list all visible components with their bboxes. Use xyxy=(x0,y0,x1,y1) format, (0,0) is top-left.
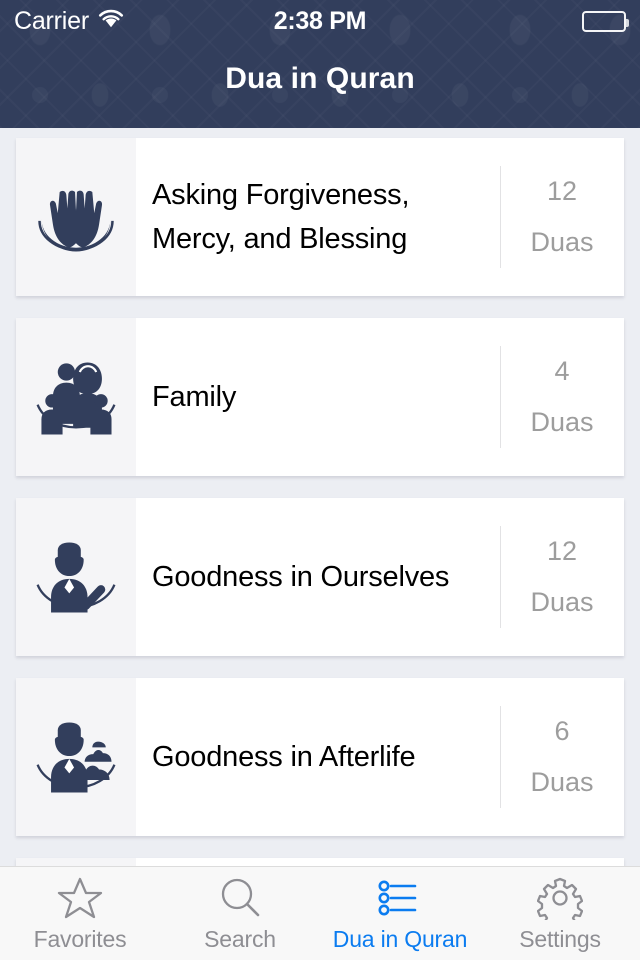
man-with-clouds-icon xyxy=(28,709,124,805)
count-label: Duas xyxy=(530,767,594,797)
praying-hands-icon xyxy=(28,169,124,265)
count-number: 4 xyxy=(554,356,570,386)
category-title-wrap: Family xyxy=(136,318,500,476)
category-icon-panel xyxy=(16,858,136,866)
category-count: 12 Duas xyxy=(500,138,624,296)
category-title: Family xyxy=(152,380,237,413)
list-item[interactable]: Family 4 Duas xyxy=(16,318,624,476)
search-icon xyxy=(217,875,263,921)
family-icon xyxy=(28,349,124,445)
count-number: 12 xyxy=(546,176,578,206)
category-count: 4 Duas xyxy=(500,318,624,476)
tab-label: Favorites xyxy=(33,925,127,952)
list-item[interactable]: Asking Forgiveness, Mercy, and Blessing … xyxy=(16,138,624,296)
category-title-wrap: Goodness in Afterlife xyxy=(136,678,500,836)
list-item[interactable] xyxy=(16,858,624,866)
category-icon-panel xyxy=(16,318,136,476)
tab-settings[interactable]: Settings xyxy=(480,867,640,960)
count-label: Duas xyxy=(530,227,594,257)
tab-bar[interactable]: Favorites Search Dua in Quran Settings xyxy=(0,866,640,960)
category-icon-panel xyxy=(16,498,136,656)
category-title-wrap: Goodness in Ourselves xyxy=(136,498,500,656)
tab-label: Settings xyxy=(519,925,601,952)
category-count xyxy=(500,858,624,866)
status-bar-right xyxy=(582,10,629,32)
status-bar-left: Carrier xyxy=(14,7,124,36)
category-title: Goodness in Ourselves xyxy=(152,560,450,593)
tab-label: Search xyxy=(204,925,276,952)
count-number: 12 xyxy=(546,536,578,566)
count-label: Duas xyxy=(530,587,594,617)
tab-dua-in-quran[interactable]: Dua in Quran xyxy=(320,867,480,960)
tab-label: Dua in Quran xyxy=(332,925,468,952)
page-title: Dua in Quran xyxy=(225,62,415,95)
star-icon xyxy=(57,875,103,921)
category-icon-panel xyxy=(16,678,136,836)
category-list[interactable]: Asking Forgiveness, Mercy, and Blessing … xyxy=(0,128,640,866)
count-number: 6 xyxy=(554,716,570,746)
carrier-label: Carrier xyxy=(14,6,89,35)
man-with-check-icon xyxy=(28,529,124,625)
category-count: 12 Duas xyxy=(500,498,624,656)
count-label: Duas xyxy=(530,407,594,437)
category-icon-panel xyxy=(16,138,136,296)
category-title-wrap xyxy=(136,858,500,866)
tab-search[interactable]: Search xyxy=(160,867,320,960)
status-bar: Carrier 2:38 PM xyxy=(0,0,640,42)
wifi-icon xyxy=(98,9,124,33)
list-item[interactable]: Goodness in Ourselves 12 Duas xyxy=(16,498,624,656)
list-item[interactable]: Goodness in Afterlife 6 Duas xyxy=(16,678,624,836)
category-title: Asking Forgiveness, Mercy, and Blessing xyxy=(152,178,410,255)
list-icon xyxy=(377,875,423,921)
category-title-wrap: Asking Forgiveness, Mercy, and Blessing xyxy=(136,138,500,296)
battery-icon xyxy=(582,10,629,32)
tab-favorites[interactable]: Favorites xyxy=(0,867,160,960)
category-title: Goodness in Afterlife xyxy=(152,740,416,773)
gear-icon xyxy=(537,875,583,921)
category-count: 6 Duas xyxy=(500,678,624,836)
